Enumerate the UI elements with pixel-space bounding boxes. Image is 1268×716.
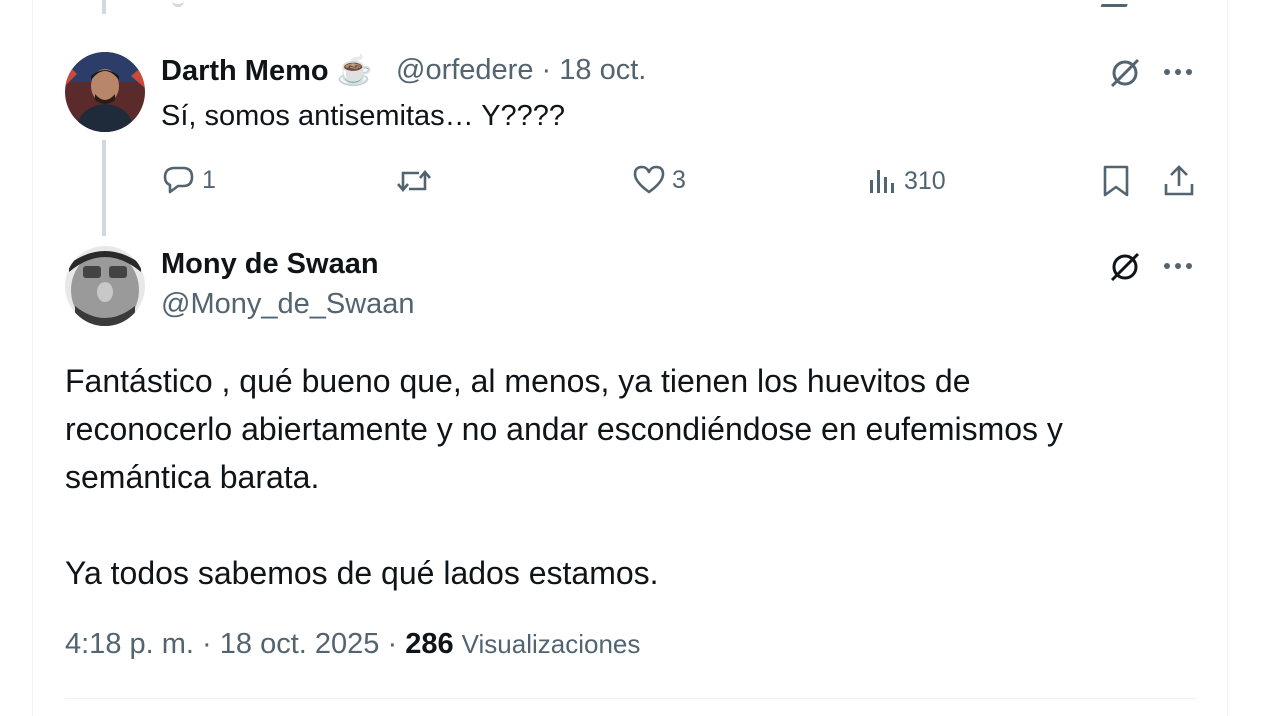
avatar[interactable] xyxy=(65,246,145,326)
grok-icon[interactable] xyxy=(1108,250,1142,284)
tweet-time[interactable]: 4:18 p. m. xyxy=(65,628,194,660)
author-handle-and-date[interactable]: @orfedere · 18 oct. xyxy=(396,54,646,87)
grok-icon[interactable] xyxy=(1108,56,1142,90)
bookmark-icon xyxy=(1103,165,1129,197)
share-icon xyxy=(1164,165,1194,196)
heart-icon xyxy=(633,165,665,194)
tweet-text-line: reconocerlo abiertamente y no andar esco… xyxy=(65,411,1063,447)
reply-button[interactable]: 1 xyxy=(162,164,216,196)
coffee-emoji: ☕ xyxy=(336,55,373,87)
views-button[interactable]: 310 xyxy=(868,166,946,196)
reply-icon xyxy=(163,166,194,194)
tweet-text: Sí, somos antisemitas… Y???? xyxy=(161,100,566,132)
tweet-text: Fantástico , qué bueno que, al menos, ya… xyxy=(65,357,1195,597)
tweet-date[interactable]: 18 oct. 2025 xyxy=(220,628,380,660)
tweet-text-line: Ya todos sabemos de qué lados estamos. xyxy=(65,555,659,591)
views-icon xyxy=(870,170,894,193)
views-label: Visualizaciones xyxy=(461,629,641,659)
tweet-text-line: Fantástico , qué bueno que, al menos, ya… xyxy=(65,363,971,399)
views-count: 286 xyxy=(405,628,454,660)
tweet-metadata: 4:18 p. m. · 18 oct. 2025 · 286 Visualiz… xyxy=(65,628,641,660)
author-handle[interactable]: @Mony_de_Swaan xyxy=(161,288,415,321)
avatar[interactable] xyxy=(65,52,145,132)
divider xyxy=(65,698,1197,699)
more-icon[interactable] xyxy=(1163,256,1193,276)
thread-line xyxy=(102,140,106,236)
author-name[interactable]: Mony de Swaan xyxy=(161,248,379,281)
repost-icon xyxy=(397,169,431,193)
author-name[interactable]: Darth Memo ☕ xyxy=(161,54,373,88)
previous-bookmark-icon-partial xyxy=(1100,0,1132,7)
thread-line xyxy=(102,0,106,14)
tweet-text-line: semántica barata. xyxy=(65,459,320,495)
share-button[interactable] xyxy=(1163,164,1195,198)
repost-button[interactable] xyxy=(395,166,433,196)
more-icon[interactable] xyxy=(1163,62,1193,82)
bookmark-button[interactable] xyxy=(1102,164,1130,198)
like-button[interactable]: 3 xyxy=(632,164,686,196)
